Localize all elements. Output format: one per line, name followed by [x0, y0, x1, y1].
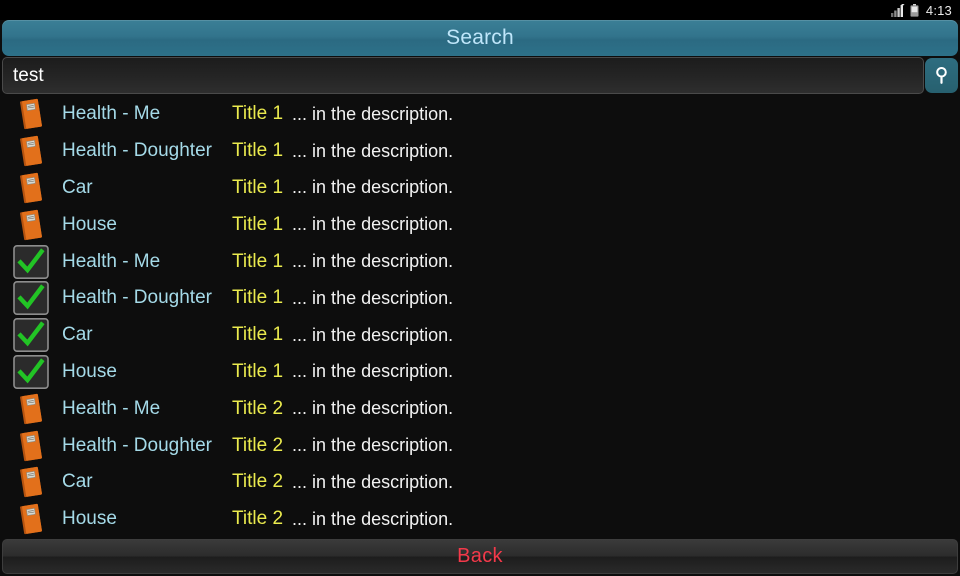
list-item-subtitle: Title 1	[232, 287, 284, 309]
title-bar: Search	[2, 20, 958, 56]
check-icon[interactable]	[0, 354, 62, 391]
app-screen: 4:13 Search Health - Me Title 1 ... in the…	[0, 0, 960, 576]
book-icon[interactable]	[0, 170, 62, 207]
list-item[interactable]: Health - Me Title 1 ... in the description…	[0, 96, 960, 133]
list-item-subtitle: Title 1	[232, 103, 284, 125]
list-item-title: Health - Doughter	[62, 434, 212, 456]
list-item-description: ... in the description.	[292, 177, 454, 198]
list-item[interactable]: Car Title 1 ... in the description.	[0, 170, 960, 207]
list-item-title: Car	[62, 324, 93, 346]
list-item-title: Health - Me	[62, 397, 161, 419]
list-item-subtitle: Title 2	[232, 471, 284, 493]
status-icon-group: 4:13	[890, 2, 952, 18]
list-item-title: House	[62, 213, 117, 235]
book-icon[interactable]	[0, 96, 62, 133]
search-submit-button[interactable]	[925, 58, 958, 93]
list-item-title: Health - Doughter	[62, 287, 212, 309]
list-item-subtitle: Title 1	[232, 250, 284, 272]
list-item[interactable]: Health - Me Title 2 ... in the description…	[0, 390, 960, 427]
book-icon[interactable]	[0, 390, 62, 427]
list-item-subtitle: Title 2	[232, 434, 284, 456]
book-icon[interactable]	[0, 464, 62, 501]
list-item[interactable]: Health - Me Title 1 ... in the description…	[0, 243, 960, 280]
search-magnifier-icon	[931, 65, 952, 86]
list-item[interactable]: House Title 1 ... in the description.	[0, 206, 960, 243]
list-item-subtitle: Title 1	[232, 324, 284, 346]
book-icon[interactable]	[0, 206, 62, 243]
list-item-subtitle: Title 1	[232, 140, 284, 162]
search-bar	[0, 57, 960, 95]
search-input[interactable]	[2, 57, 924, 94]
list-item-title: House	[62, 508, 117, 530]
list-item-description: ... in the description.	[292, 471, 454, 492]
check-icon[interactable]	[0, 317, 62, 354]
list-item-title: Health - Me	[62, 250, 161, 272]
list-item-title: Car	[62, 176, 93, 198]
list-item-description: ... in the description.	[292, 398, 454, 419]
signal-bars-icon	[890, 3, 905, 17]
back-button[interactable]: Back	[2, 539, 958, 574]
list-item-description: ... in the description.	[292, 287, 454, 308]
list-item-description: ... in the description.	[292, 508, 454, 529]
list-item-title: Health - Doughter	[62, 140, 212, 162]
list-item-description: ... in the description.	[292, 324, 454, 345]
list-item[interactable]: Car Title 1 ... in the description.	[0, 317, 960, 354]
list-item[interactable]: Car Title 2 ... in the description.	[0, 464, 960, 501]
list-item-description: ... in the description.	[292, 140, 454, 161]
list-item-title: House	[62, 360, 117, 382]
book-icon[interactable]	[0, 427, 62, 464]
list-item-description: ... in the description.	[292, 251, 454, 272]
list-item[interactable]: House Title 2 ... in the description.	[0, 501, 960, 537]
list-item-subtitle: Title 2	[232, 508, 284, 530]
book-icon[interactable]	[0, 133, 62, 170]
check-icon[interactable]	[0, 243, 62, 280]
list-item-title: Health - Me	[62, 103, 161, 125]
list-item[interactable]: House Title 1 ... in the description.	[0, 354, 960, 391]
search-results-list[interactable]: Health - Me Title 1 ... in the description…	[0, 96, 960, 537]
list-item-description: ... in the description.	[292, 361, 454, 382]
list-item-subtitle: Title 1	[232, 176, 284, 198]
list-item-description: ... in the description.	[292, 214, 454, 235]
list-item-title: Car	[62, 471, 93, 493]
list-item[interactable]: Health - Doughter Title 1 ... in the descr…	[0, 133, 960, 170]
list-item[interactable]: Health - Doughter Title 2 ... in the descr…	[0, 427, 960, 464]
list-item-description: ... in the description.	[292, 103, 454, 124]
check-icon[interactable]	[0, 280, 62, 317]
back-button-label: Back	[457, 545, 503, 567]
list-item-description: ... in the description.	[292, 435, 454, 456]
list-item-subtitle: Title 1	[232, 360, 284, 382]
battery-icon	[910, 3, 919, 17]
list-item-subtitle: Title 1	[232, 213, 284, 235]
list-item[interactable]: Health - Doughter Title 1 ... in the descr…	[0, 280, 960, 317]
page-title: Search	[446, 26, 514, 49]
status-bar: 4:13	[0, 0, 960, 20]
status-clock: 4:13	[925, 2, 952, 18]
book-icon[interactable]	[0, 501, 62, 537]
list-item-subtitle: Title 2	[232, 397, 284, 419]
